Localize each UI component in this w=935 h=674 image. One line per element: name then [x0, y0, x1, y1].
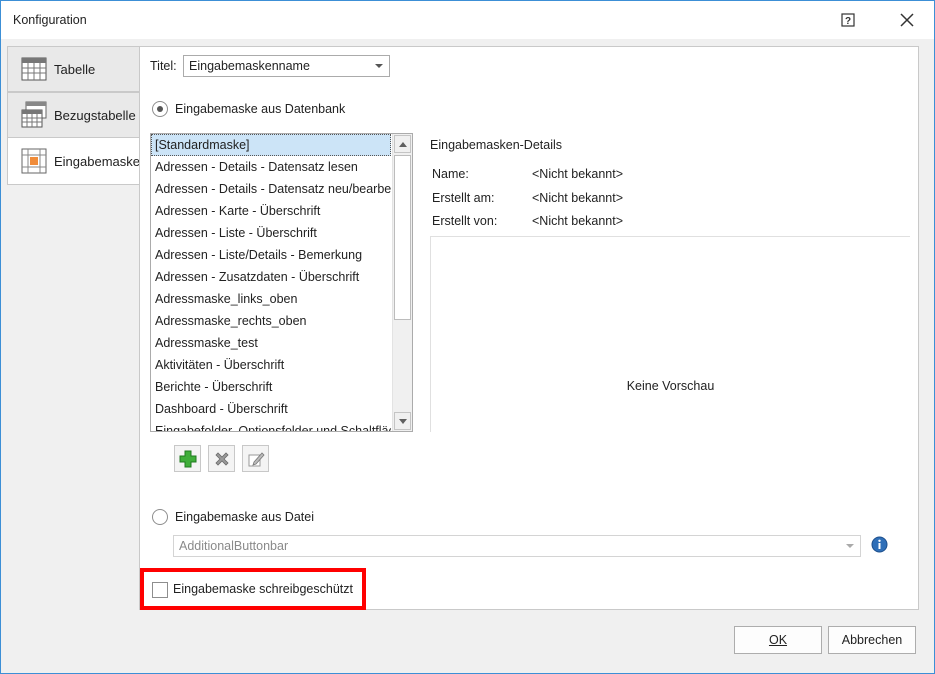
- created-by-label: Erstellt von:: [432, 214, 498, 228]
- list-item[interactable]: Adressen - Liste/Details - Bemerkung: [151, 244, 391, 266]
- chevron-down-icon: [846, 544, 854, 548]
- list-item[interactable]: Adressen - Details - Datensatz lesen: [151, 156, 391, 178]
- delete-x-icon: [215, 452, 229, 466]
- file-select-value: AdditionalButtonbar: [179, 539, 289, 553]
- tab-tabelle[interactable]: Tabelle: [7, 46, 140, 92]
- list-item[interactable]: Adressmaske_rechts_oben: [151, 310, 391, 332]
- title-select-value: Eingabemaskenname: [189, 59, 310, 73]
- edit-button[interactable]: [242, 445, 269, 472]
- scroll-down-icon[interactable]: [394, 412, 411, 430]
- list-item[interactable]: Adressen - Liste - Überschrift: [151, 222, 391, 244]
- list-item[interactable]: Adressmaske_links_oben: [151, 288, 391, 310]
- tab-label: Tabelle: [54, 61, 96, 77]
- configuration-dialog: Konfiguration ? Tabelle Bezugstabelle Ei…: [0, 0, 935, 674]
- list-item[interactable]: Adressen - Details - Datensatz neu/bearb…: [151, 178, 391, 200]
- list-item[interactable]: Berichte - Überschrift: [151, 376, 391, 398]
- list-item[interactable]: Adressen - Karte - Überschrift: [151, 200, 391, 222]
- tab-bezugstabelle[interactable]: Bezugstabelle: [7, 92, 140, 138]
- created-on-label: Erstellt am:: [432, 191, 495, 205]
- title-select[interactable]: Eingabemaskenname: [183, 55, 390, 77]
- list-item[interactable]: Adressmaske_test: [151, 332, 391, 354]
- info-icon[interactable]: [871, 536, 888, 553]
- tab-eingabemaske[interactable]: Eingabemaske: [7, 137, 141, 185]
- list-item[interactable]: [Standardmaske]: [151, 134, 391, 156]
- list-item[interactable]: Dashboard - Überschrift: [151, 398, 391, 420]
- related-table-icon: [21, 101, 47, 128]
- edit-pencil-icon: [248, 452, 265, 467]
- radio-file-label[interactable]: Eingabemaske aus Datei: [175, 510, 314, 524]
- mask-listbox[interactable]: [Standardmaske] Adressen - Details - Dat…: [150, 133, 413, 432]
- tab-label: Bezugstabelle: [54, 107, 136, 123]
- title-label: Titel:: [150, 59, 177, 73]
- scroll-thumb[interactable]: [394, 155, 411, 320]
- close-icon[interactable]: [896, 9, 918, 31]
- radio-database[interactable]: [152, 101, 168, 117]
- add-plus-icon: [179, 450, 197, 468]
- delete-button[interactable]: [208, 445, 235, 472]
- ok-button[interactable]: OK: [734, 626, 822, 654]
- scroll-up-icon[interactable]: [394, 135, 411, 153]
- window-title: Konfiguration: [13, 13, 87, 27]
- name-value: <Nicht bekannt>: [532, 167, 624, 181]
- add-button[interactable]: [174, 445, 201, 472]
- readonly-label[interactable]: Eingabemaske schreibgeschützt: [173, 582, 353, 596]
- list-item[interactable]: Aktivitäten - Überschrift: [151, 354, 391, 376]
- radio-database-label[interactable]: Eingabemaske aus Datenbank: [175, 102, 345, 116]
- table-icon: [21, 57, 47, 81]
- list-scrollbar[interactable]: [392, 134, 412, 431]
- tab-label: Eingabemaske: [54, 153, 140, 169]
- chevron-down-icon: [375, 64, 383, 68]
- created-by-value: <Nicht bekannt>: [532, 214, 624, 228]
- readonly-checkbox[interactable]: [152, 582, 168, 598]
- radio-file[interactable]: [152, 509, 168, 525]
- cancel-label: Abbrechen: [841, 633, 903, 647]
- preview-text: Keine Vorschau: [626, 379, 715, 393]
- help-question-icon[interactable]: ?: [839, 11, 857, 29]
- created-on-value: <Nicht bekannt>: [532, 191, 624, 205]
- title-bar: Konfiguration ?: [1, 1, 934, 39]
- file-select[interactable]: AdditionalButtonbar: [173, 535, 861, 557]
- details-heading: Eingabemasken-Details: [430, 138, 563, 152]
- cancel-button[interactable]: Abbrechen: [828, 626, 916, 654]
- main-panel: Titel: Eingabemaskenname Eingabemaske au…: [139, 46, 919, 610]
- svg-text:?: ?: [845, 16, 851, 27]
- preview-area: Keine Vorschau: [430, 236, 910, 432]
- list-item[interactable]: Adressen - Zusatzdaten - Überschrift: [151, 266, 391, 288]
- input-mask-icon: [21, 148, 47, 174]
- ok-label: OK: [768, 633, 788, 647]
- list-item[interactable]: Eingabefolder, Optionsfolder und Schaltf…: [151, 420, 391, 431]
- name-label: Name:: [432, 167, 469, 181]
